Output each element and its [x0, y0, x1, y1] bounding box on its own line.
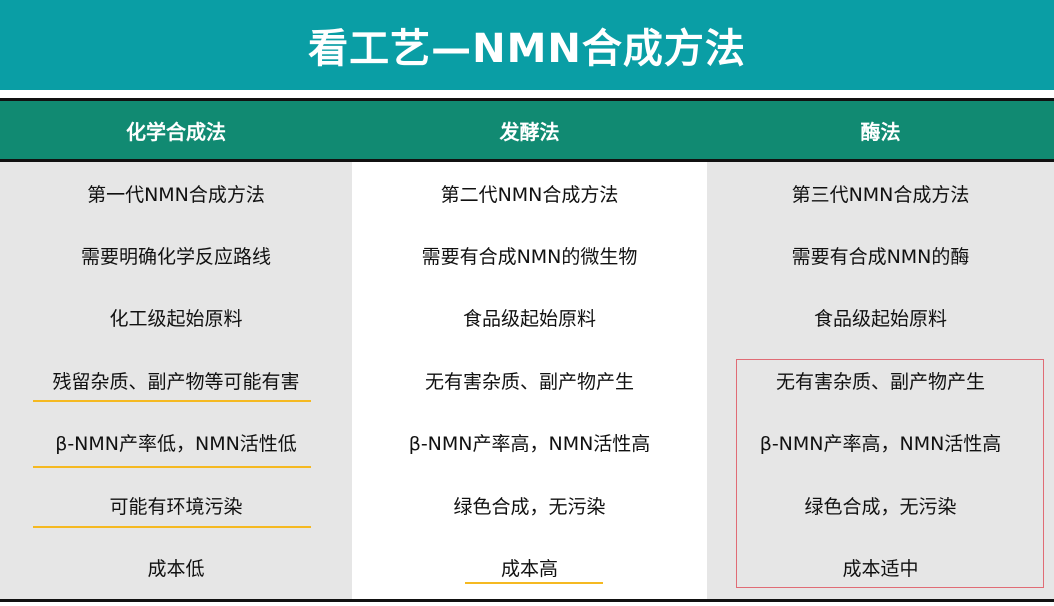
table-cell: 无有害杂质、副产物产生: [352, 349, 707, 411]
table-bottom-border: [0, 599, 1054, 602]
highlight-underline: [33, 400, 311, 402]
table-cell: 第一代NMN合成方法: [0, 162, 352, 224]
cell-text: 成本低: [147, 558, 205, 581]
table-cell: 化工级起始原料: [0, 287, 352, 349]
table-cell: 成本低: [0, 536, 352, 598]
table-cell: 残留杂质、副产物等可能有害: [0, 349, 352, 411]
highlight-underline: [33, 466, 311, 468]
cell-text: 第三代NMN合成方法: [791, 183, 970, 206]
column-header-enzymatic: 酶法: [860, 119, 901, 144]
table-cell: 第三代NMN合成方法: [707, 162, 1054, 224]
table-header-row: 化学合成法 发酵法 酶法: [0, 98, 1054, 162]
table-cell: 需要明确化学反应路线: [0, 224, 352, 286]
cell-text: 成本高: [500, 558, 558, 581]
cell-text: 无有害杂质、副产物产生: [424, 370, 634, 393]
table-cell: 食品级起始原料: [707, 287, 1054, 349]
cell-text: 食品级起始原料: [462, 308, 596, 331]
cell-text: 可能有环境污染: [109, 495, 243, 518]
cell-text: 残留杂质、副产物等可能有害: [52, 370, 300, 393]
cell-text: β-NMN产率低，NMN活性低: [55, 433, 297, 456]
highlight-underline: [465, 582, 603, 584]
column-header-fermentation: 发酵法: [499, 119, 560, 144]
title-gap: [0, 90, 1054, 98]
title-bar: 看工艺—NMN合成方法: [0, 0, 1054, 90]
highlight-underline: [33, 526, 311, 528]
highlight-box: [736, 359, 1044, 588]
column-fermentation: 第二代NMN合成方法 需要有合成NMN的微生物 食品级起始原料 无有害杂质、副产…: [352, 162, 707, 599]
table-cell: 第二代NMN合成方法: [352, 162, 707, 224]
table-cell: 绿色合成，无污染: [352, 474, 707, 536]
column-header-chemical: 化学合成法: [126, 119, 226, 144]
table-cell: 需要有合成NMN的酶: [707, 224, 1054, 286]
table-cell: β-NMN产率低，NMN活性低: [0, 412, 352, 474]
table-cell: 成本高: [352, 536, 707, 598]
cell-text: β-NMN产率高，NMN活性高: [408, 433, 651, 456]
table-cell: β-NMN产率高，NMN活性高: [352, 412, 707, 474]
cell-text: 需要有合成NMN的微生物: [421, 246, 638, 269]
cell-text: 食品级起始原料: [813, 308, 947, 331]
table-cell: 需要有合成NMN的微生物: [352, 224, 707, 286]
cell-text: 化工级起始原料: [109, 308, 243, 331]
cell-text: 绿色合成，无污染: [453, 495, 606, 518]
cell-text: 需要明确化学反应路线: [80, 246, 271, 269]
cell-text: 需要有合成NMN的酶: [791, 246, 970, 269]
cell-text: 第一代NMN合成方法: [87, 183, 265, 206]
column-chemical: 第一代NMN合成方法 需要明确化学反应路线 化工级起始原料 残留杂质、副产物等可…: [0, 162, 352, 599]
cell-text: 第二代NMN合成方法: [440, 183, 619, 206]
table-cell: 食品级起始原料: [352, 287, 707, 349]
page-title: 看工艺—NMN合成方法: [308, 26, 746, 72]
